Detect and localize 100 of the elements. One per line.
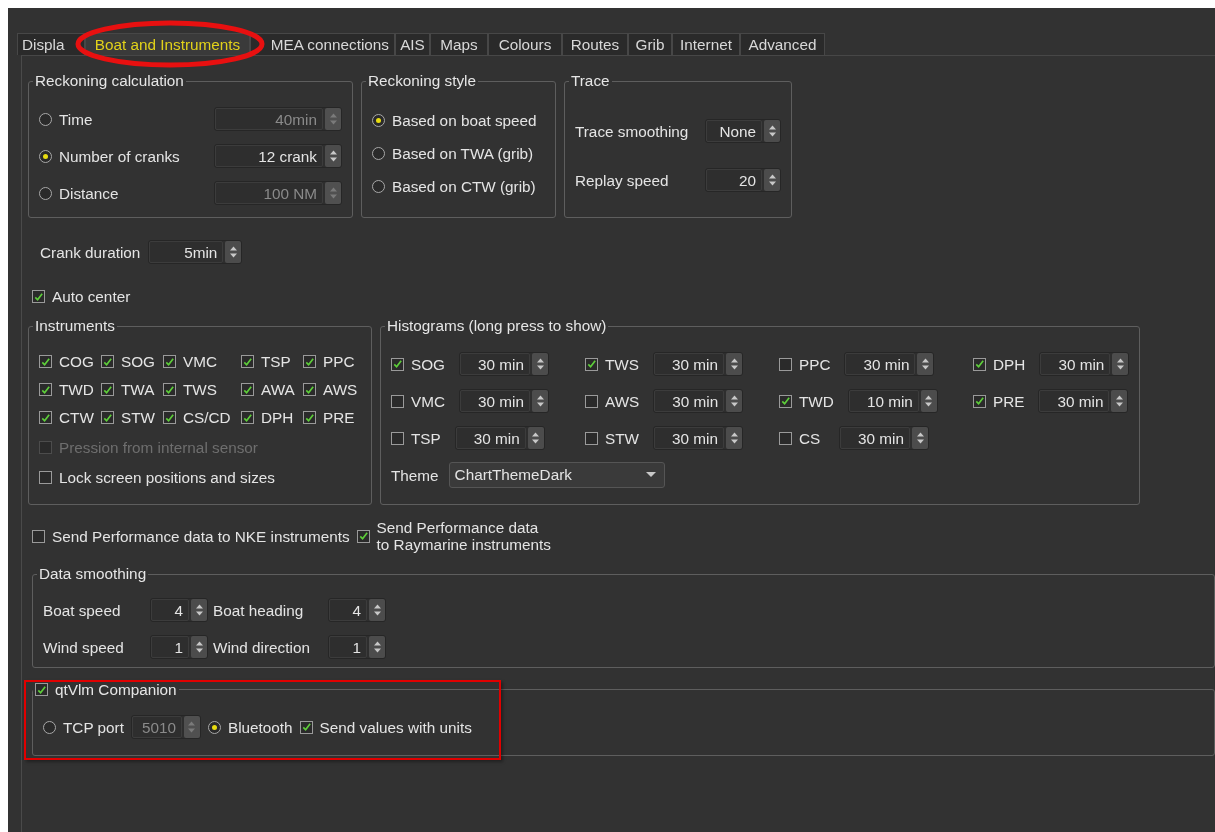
spin-box[interactable]: 30 min [459, 352, 549, 376]
checkbox[interactable] [356, 529, 370, 543]
spin-box[interactable]: 30 min [1038, 389, 1129, 413]
option-label[interactable]: Based on CTW (grib) [392, 178, 536, 195]
option-label[interactable]: Number of cranks [59, 147, 180, 165]
option-label[interactable]: Bluetooth [227, 718, 293, 736]
spin-box[interactable]: 4 [328, 598, 386, 622]
checkbox-label[interactable]: PRE [323, 409, 355, 426]
checkbox-label[interactable]: TWD [799, 392, 834, 410]
checkbox[interactable] [585, 357, 598, 371]
spin-arrows-icon[interactable] [726, 390, 743, 412]
checkbox-label[interactable]: Lock screen positions and sizes [59, 469, 275, 486]
radio-button[interactable] [207, 720, 221, 734]
checkbox-label[interactable]: CTW [59, 409, 94, 426]
checkbox-label[interactable]: VMC [411, 392, 445, 410]
radio-button[interactable] [372, 180, 385, 193]
checkbox[interactable] [101, 383, 114, 396]
checkbox[interactable] [585, 394, 598, 408]
radio-button[interactable] [372, 147, 385, 160]
spin-box[interactable]: 1 [150, 635, 208, 659]
checkbox[interactable] [241, 383, 254, 396]
caret-icon[interactable] [645, 472, 656, 478]
spin-arrows-icon[interactable] [532, 390, 548, 412]
tab[interactable]: Displa [17, 33, 85, 55]
checkbox-label[interactable]: AWS [605, 392, 640, 410]
spin-arrows-icon[interactable] [369, 636, 385, 658]
spin-arrows-icon[interactable] [912, 427, 928, 449]
tab[interactable]: AIS [395, 33, 430, 55]
spin-arrows-icon[interactable] [764, 120, 780, 142]
spin-box[interactable]: 12 crank [214, 144, 342, 168]
spin-arrows-icon[interactable] [764, 169, 780, 191]
spin-box[interactable]: 1 [328, 635, 386, 659]
radio-button[interactable] [372, 114, 385, 127]
spin-arrows-icon[interactable] [527, 427, 544, 449]
checkbox-label[interactable]: Send values with units [319, 718, 472, 736]
spin-arrows-icon[interactable] [1111, 390, 1128, 412]
spin-box[interactable]: 30 min [454, 426, 545, 450]
checkbox-label[interactable]: Auto center [52, 288, 131, 305]
checkbox-label[interactable]: TSP [411, 429, 441, 447]
checkbox-label[interactable]: STW [605, 429, 639, 447]
checkbox[interactable] [299, 720, 313, 734]
tab[interactable]: Internet [672, 33, 740, 55]
checkbox-label[interactable]: DPH [993, 355, 1026, 373]
checkbox[interactable] [303, 383, 316, 396]
tab[interactable]: Maps [430, 33, 488, 55]
checkbox-label[interactable]: TWS [183, 381, 217, 398]
checkbox[interactable] [163, 383, 176, 396]
checkbox[interactable] [241, 411, 254, 424]
checkbox[interactable] [779, 394, 792, 408]
spin-arrows-icon[interactable] [917, 353, 934, 375]
checkbox[interactable] [101, 411, 114, 424]
checkbox-label[interactable]: TWS [605, 355, 639, 373]
checkbox[interactable] [973, 394, 986, 408]
checkbox-label[interactable]: STW [121, 409, 155, 426]
checkbox[interactable] [163, 411, 176, 424]
spin-box[interactable]: 30 min [1039, 352, 1130, 376]
spin-box[interactable]: 10 min [847, 389, 938, 413]
checkbox-label[interactable]: AWA [261, 381, 295, 398]
checkbox[interactable] [39, 471, 52, 484]
spin-arrows-icon[interactable] [726, 427, 742, 449]
checkbox[interactable] [303, 355, 316, 368]
checkbox[interactable] [101, 355, 114, 368]
checkbox-label[interactable]: TSP [261, 353, 291, 370]
tab[interactable]: Routes [562, 33, 628, 55]
theme-dropdown[interactable]: ChartThemeDark [448, 462, 665, 488]
tab[interactable]: Colours [488, 33, 562, 55]
checkbox-label[interactable]: CS [799, 429, 821, 447]
checkbox[interactable] [391, 431, 404, 445]
tab[interactable]: Grib [628, 33, 672, 55]
spin-arrows-icon[interactable] [532, 353, 548, 375]
checkbox[interactable] [32, 529, 45, 543]
spin-arrows-icon[interactable] [726, 353, 742, 375]
spin-arrows-icon[interactable] [225, 241, 242, 263]
checkbox-label[interactable]: TWD [59, 381, 94, 398]
checkbox[interactable] [585, 431, 598, 445]
option-label[interactable]: Based on boat speed [392, 112, 537, 129]
checkbox[interactable] [973, 357, 986, 371]
spin-arrows-icon[interactable] [1112, 353, 1129, 375]
spin-box[interactable]: 30 min [653, 426, 743, 450]
checkbox-label[interactable]: Send Performance data to Raymarine instruments [376, 519, 551, 553]
spin-box[interactable]: 5min [148, 240, 243, 264]
checkbox-label[interactable]: PRE [993, 392, 1025, 410]
checkbox[interactable] [779, 357, 792, 371]
checkbox[interactable] [391, 357, 404, 371]
checkbox[interactable] [39, 411, 52, 424]
checkbox[interactable] [779, 431, 792, 445]
spin-arrows-icon[interactable] [369, 599, 385, 621]
checkbox[interactable] [39, 355, 52, 368]
checkbox[interactable] [241, 355, 254, 368]
tab[interactable]: MEA connections [250, 33, 395, 55]
spin-box[interactable]: 20 [705, 168, 781, 192]
checkbox[interactable] [35, 683, 48, 696]
spin-box[interactable]: None [705, 119, 781, 143]
checkbox-label[interactable]: DPH [261, 409, 294, 426]
checkbox-label[interactable]: Send Performance data to NKE instruments [52, 527, 350, 545]
checkbox-label[interactable]: CS/CD [183, 409, 231, 426]
radio-button[interactable] [39, 149, 52, 163]
checkbox[interactable] [391, 394, 404, 408]
spin-arrows-icon[interactable] [325, 145, 341, 167]
spin-box[interactable]: 30 min [839, 426, 929, 450]
